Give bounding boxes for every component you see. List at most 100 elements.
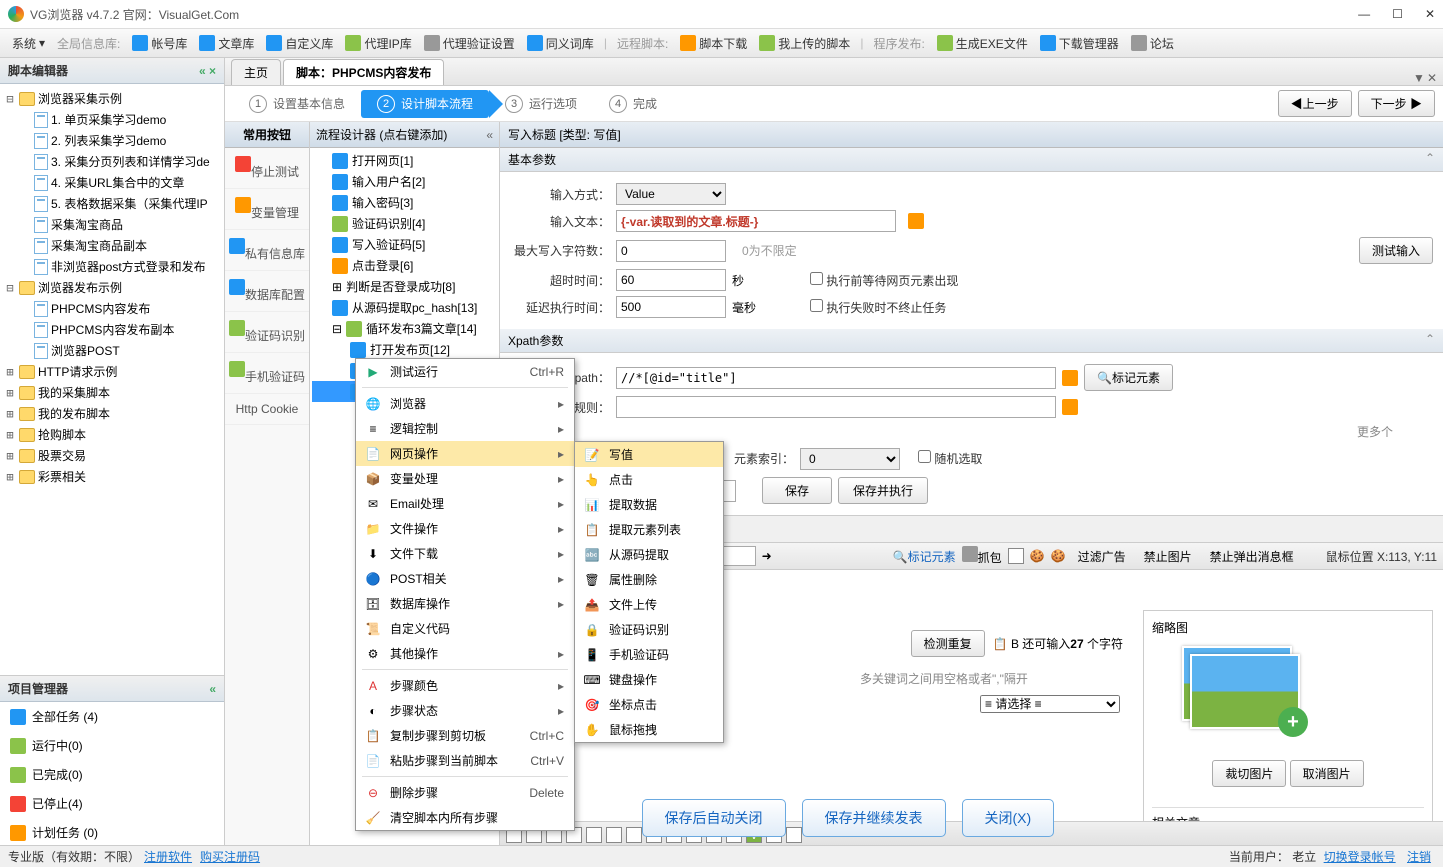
collapse-icon[interactable]: « — [209, 682, 216, 696]
capture-link[interactable]: 抓包 — [962, 546, 1002, 566]
mark-element-link[interactable]: 🔍标记元素 — [893, 548, 956, 565]
menu-custom[interactable]: 自定义库 — [262, 33, 337, 54]
tree-folder[interactable]: ⊟浏览器发布示例 — [2, 277, 222, 298]
sub-upload[interactable]: 📤文件上传 — [575, 592, 723, 617]
proj-scheduled[interactable]: 计划任务 (0) — [0, 818, 224, 847]
ctx-paste[interactable]: 📄粘贴步骤到当前脚本Ctrl+V — [356, 748, 574, 773]
sub-attr-del[interactable]: 🗑属性删除 — [575, 567, 723, 592]
step-1[interactable]: 1设置基本信息 — [233, 90, 361, 118]
tree-item[interactable]: PHPCMS内容发布 — [2, 298, 222, 319]
step-2[interactable]: 2设计脚本流程 — [361, 90, 489, 118]
menu-gen-exe[interactable]: 生成EXE文件 — [933, 33, 1032, 54]
input-timeout[interactable] — [616, 269, 726, 291]
menu-accounts[interactable]: 帐号库 — [128, 33, 191, 54]
cb-nofail[interactable] — [810, 299, 823, 312]
tool-stop[interactable]: 停止测试 — [225, 148, 309, 189]
ctx-email[interactable]: ✉Email处理▸ — [356, 491, 574, 516]
proj-done[interactable]: 已完成(0) — [0, 760, 224, 789]
mark-element-button[interactable]: 🔍标记元素 — [1084, 364, 1173, 391]
ctx-test-run[interactable]: ▶测试运行Ctrl+R — [356, 359, 574, 384]
ctx-copy[interactable]: 📋复制步骤到剪切板Ctrl+C — [356, 723, 574, 748]
proj-stopped[interactable]: 已停止(4) — [0, 789, 224, 818]
input-xpath[interactable] — [616, 367, 1056, 389]
prop-section-basic[interactable]: 基本参数⌃ — [500, 148, 1443, 172]
check-dup-button[interactable]: 检测重复 — [911, 630, 985, 657]
select-idx[interactable]: 0 — [800, 448, 900, 470]
collapse-icon[interactable]: « — [486, 128, 493, 142]
ctx-code[interactable]: 📜自定义代码 — [356, 616, 574, 641]
cb2-label[interactable]: 执行失败时不终止任务 — [810, 299, 946, 316]
menu-proxyauth[interactable]: 代理验证设置 — [420, 33, 519, 54]
sub-write[interactable]: 📝写值 — [575, 442, 723, 467]
sub-extract[interactable]: 📊提取数据 — [575, 492, 723, 517]
tool-sms[interactable]: 手机验证码 — [225, 353, 309, 394]
ctx-logic[interactable]: ≡逻辑控制▸ — [356, 416, 574, 441]
tool-icon[interactable] — [1008, 548, 1024, 564]
step-4[interactable]: 4完成 — [593, 90, 673, 118]
close-button[interactable]: ✕ — [1425, 7, 1435, 21]
minimize-button[interactable]: — — [1358, 7, 1370, 21]
flow-node[interactable]: 打开发布页[12] — [312, 339, 497, 360]
test-input-button[interactable]: 测试输入 — [1359, 237, 1433, 264]
proj-all[interactable]: 全部任务 (4) — [0, 702, 224, 731]
tree-folder[interactable]: ⊞股票交易 — [2, 445, 222, 466]
menu-forum[interactable]: 论坛 — [1127, 33, 1178, 54]
flow-node[interactable]: 验证码识别[4] — [312, 213, 497, 234]
flow-node[interactable]: 输入密码[3] — [312, 192, 497, 213]
step-3[interactable]: 3运行选项 — [489, 90, 593, 118]
cb1-label[interactable]: 执行前等待网页元素出现 — [810, 272, 958, 289]
ctx-other[interactable]: ⚙其他操作▸ — [356, 641, 574, 666]
tree-folder[interactable]: ⊞HTTP请求示例 — [2, 361, 222, 382]
ctx-clear[interactable]: 🧹清空脚本内所有步骤 — [356, 805, 574, 830]
tool-icon[interactable] — [586, 827, 602, 843]
cookie-icon[interactable]: 🍪 — [1030, 549, 1045, 563]
tab-dropdown-icon[interactable]: ▼ — [1413, 71, 1425, 85]
ctx-status[interactable]: ◐步骤状态▸ — [356, 698, 574, 723]
go-icon[interactable]: ➜ — [762, 549, 772, 563]
edit-icon[interactable] — [1062, 399, 1078, 415]
select-inputmode[interactable]: Value — [616, 183, 726, 205]
save-run-button[interactable]: 保存并执行 — [838, 477, 928, 504]
tree-item[interactable]: 5. 表格数据采集（采集代理IP — [2, 193, 222, 214]
tree-item[interactable]: 采集淘宝商品 — [2, 214, 222, 235]
edit-icon[interactable] — [908, 213, 924, 229]
cb-random[interactable] — [918, 450, 931, 463]
proj-running[interactable]: 运行中(0) — [0, 731, 224, 760]
tool-var[interactable]: 变量管理 — [225, 189, 309, 230]
register-link[interactable]: 注册软件 — [144, 848, 192, 865]
save-continue-button[interactable]: 保存并继续发表 — [802, 799, 946, 837]
flow-node[interactable]: ⊟循环发布3篇文章[14] — [312, 318, 497, 339]
flow-node[interactable]: 输入用户名[2] — [312, 171, 497, 192]
tool-db[interactable]: 数据库配置 — [225, 271, 309, 312]
tool-private[interactable]: 私有信息库 — [225, 230, 309, 271]
prop-section-xpath[interactable]: Xpath参数⌃ — [500, 329, 1443, 353]
tree-item[interactable]: 1. 单页采集学习demo — [2, 109, 222, 130]
tree-item[interactable]: 3. 采集分页列表和详情学习de — [2, 151, 222, 172]
tree-folder[interactable]: ⊟浏览器采集示例 — [2, 88, 222, 109]
ctx-delete[interactable]: ⊖删除步骤Delete — [356, 780, 574, 805]
logout-link[interactable]: 注销 — [1407, 850, 1431, 864]
input-text[interactable] — [616, 210, 896, 232]
tree-folder[interactable]: ⊞抢购脚本 — [2, 424, 222, 445]
sub-sms[interactable]: 📱手机验证码 — [575, 642, 723, 667]
menu-download-script[interactable]: 脚本下载 — [676, 33, 751, 54]
more-link[interactable]: 更多个 — [1357, 423, 1393, 440]
sub-click[interactable]: 👆点击 — [575, 467, 723, 492]
flow-node[interactable]: ⊞判断是否登录成功[8] — [312, 276, 497, 297]
ctx-download[interactable]: ⬇文件下载▸ — [356, 541, 574, 566]
ctx-page-ops[interactable]: 📄网页操作▸ 📝写值 👆点击 📊提取数据 📋提取元素列表 🔤从源码提取 🗑属性删… — [356, 441, 574, 466]
ctx-browser[interactable]: 🌐浏览器▸ — [356, 391, 574, 416]
no-images[interactable]: 禁止图片 — [1138, 546, 1198, 567]
menu-articles[interactable]: 文章库 — [195, 33, 258, 54]
ctx-var[interactable]: 📦变量处理▸ — [356, 466, 574, 491]
tool-icon[interactable] — [626, 827, 642, 843]
maximize-button[interactable]: ☐ — [1392, 7, 1403, 21]
sub-coord-click[interactable]: 🎯坐标点击 — [575, 692, 723, 717]
flow-node[interactable]: 从源码提取pc_hash[13] — [312, 297, 497, 318]
sub-extract-list[interactable]: 📋提取元素列表 — [575, 517, 723, 542]
add-icon[interactable]: + — [1278, 707, 1308, 737]
menu-dlmgr[interactable]: 下载管理器 — [1036, 33, 1123, 54]
sub-keyboard[interactable]: ⌨键盘操作 — [575, 667, 723, 692]
tab-script[interactable]: 脚本：PHPCMS内容发布 — [283, 59, 444, 85]
save-close-button[interactable]: 保存后自动关闭 — [642, 799, 786, 837]
